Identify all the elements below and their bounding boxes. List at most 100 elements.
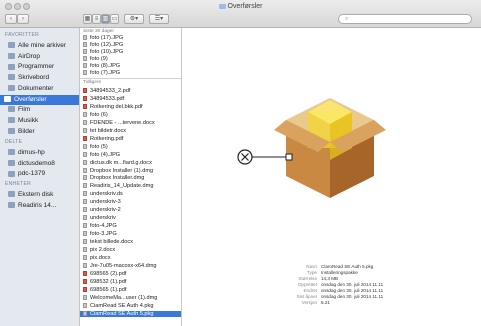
file-row[interactable]: foto (10).JPG [80, 49, 181, 56]
file-name: foto (5) [90, 143, 108, 150]
sidebar-item-label: AirDrop [18, 52, 41, 60]
file-row[interactable]: 34894533.pdf [80, 96, 181, 103]
file-row[interactable]: tet bildetr.docx [80, 128, 181, 135]
file-row[interactable]: dictus.dk m...fiard.g.docx [80, 160, 181, 167]
file-row[interactable]: WelcomeMa...user (1).dmg [80, 295, 181, 302]
file-row[interactable]: foto (8).JPG [80, 63, 181, 70]
file-row[interactable]: foto (7).JPG [80, 70, 181, 77]
file-row[interactable]: tekst billede.docx [80, 239, 181, 246]
sidebar-item[interactable]: Musikk [4, 116, 78, 126]
sidebar-section-shared: DELTE [5, 139, 23, 145]
sidebar-item[interactable]: Bilder [4, 127, 78, 137]
network-pc-icon [8, 170, 15, 177]
music-icon [8, 117, 15, 124]
sidebar-section-favorites: FAVORITTER [5, 32, 40, 38]
view-coverflow-button[interactable]: ▭ [110, 14, 119, 24]
pkg-file-icon [83, 302, 87, 308]
sidebar-section-devices: ENHETER [5, 181, 31, 187]
file-row[interactable]: foto (9) [80, 56, 181, 63]
sidebar: FAVORITTER DELTE ENHETER Alle mine arkiv… [0, 28, 80, 326]
doc-file-icon [83, 207, 87, 213]
sidebar-item[interactable]: Alle mine arkiver [4, 41, 78, 51]
pdf-file-icon [83, 278, 87, 284]
sidebar-item[interactable]: dimus-hp [4, 148, 78, 158]
sidebar-item[interactable]: Programmer [4, 62, 78, 72]
dmg-file-icon [83, 262, 87, 268]
dmg-file-icon [83, 294, 87, 300]
file-row[interactable]: underskriv.ds [80, 191, 181, 198]
arrange-button[interactable]: ☰▾ [149, 14, 169, 24]
view-icons-button[interactable]: ▦ [83, 14, 92, 24]
file-row[interactable]: foto (6) [80, 112, 181, 119]
file-name: CiamRead SE Auth 5.pkg [90, 310, 154, 317]
sidebar-item[interactable]: Dokumenter [4, 84, 78, 94]
sidebar-item[interactable]: Overførsler [0, 94, 79, 105]
file-name: tekst billede.docx [90, 239, 133, 246]
file-name: foto (10).JPG [90, 49, 124, 55]
file-row[interactable]: underskriv [80, 215, 181, 222]
pdf-file-icon [83, 135, 87, 141]
movies-icon [8, 106, 15, 113]
sidebar-item-label: dimus-hp [18, 149, 45, 156]
file-row[interactable]: CiamRead SE Auth 4.pkg [80, 303, 181, 310]
file-row[interactable]: 34894533_2.pdf [80, 88, 181, 95]
file-name: 698532 (1).pdf [90, 278, 127, 285]
sidebar-item-label: Musikk [18, 116, 39, 124]
file-row[interactable]: Dropbox Installer.dmg [80, 175, 181, 182]
file-row[interactable]: Rotkering.pdf [80, 136, 181, 143]
file-row[interactable]: 698532 (1).pdf [80, 279, 181, 286]
disk-icon [8, 201, 15, 208]
pkg-file-icon [83, 310, 87, 316]
forward-button[interactable]: › [17, 14, 29, 24]
pdf-file-icon [83, 95, 87, 101]
search-icon: ⌕ [345, 16, 349, 22]
file-row[interactable]: pix.docx [80, 255, 181, 262]
circle-x-icon [237, 149, 293, 165]
file-row[interactable]: pix 2.docx [80, 247, 181, 254]
sidebar-item[interactable]: Ekstern disk [4, 190, 78, 200]
view-columns-button[interactable]: ▥ [101, 14, 110, 24]
back-button[interactable]: ‹ [5, 14, 17, 24]
file-row[interactable]: Readiris_14_Update.dmg [80, 183, 181, 190]
file-row[interactable]: foto (4).JPG [80, 152, 181, 159]
sidebar-item[interactable]: pdc-1379 [4, 169, 78, 179]
sidebar-item[interactable]: Skrivebord [4, 73, 78, 83]
doc-file-icon [83, 159, 87, 165]
file-name: foto (8).JPG [90, 63, 121, 69]
file-name: Dropbox Installer.dmg [90, 175, 145, 182]
sidebar-item[interactable]: Film [4, 105, 78, 115]
file-row[interactable]: foto (5) [80, 144, 181, 151]
sidebar-item[interactable]: Readiris 14... [4, 201, 78, 211]
file-name: foto-4.JPG [90, 223, 117, 230]
dmg-file-icon [83, 175, 87, 181]
file-row[interactable]: foto (12).JPG [80, 42, 181, 49]
sidebar-item[interactable]: dictusdemo8 [4, 159, 78, 169]
network-pc-icon [8, 159, 15, 166]
action-gear-button[interactable]: ⚙▾ [124, 14, 144, 24]
view-list-button[interactable]: ≡ [92, 14, 101, 24]
info-value: 5.21 [321, 300, 330, 305]
file-row[interactable]: Dropbox Installer (1).dmg [80, 168, 181, 175]
search-field[interactable]: ⌕ [338, 14, 472, 24]
file-row[interactable]: FDENDE - ...tervene.docx [80, 120, 181, 127]
sidebar-item[interactable]: AirDrop [4, 52, 78, 62]
file-name: pix.docx [90, 254, 111, 261]
image-file-icon [83, 70, 87, 76]
file-row[interactable]: underskriv-3 [80, 199, 181, 206]
file-row[interactable]: CiamRead SE Auth 5.pkg [80, 310, 181, 318]
file-row[interactable]: foto (17).JPG [80, 35, 181, 42]
file-name: underskriv [90, 215, 116, 222]
image-file-icon [83, 35, 87, 41]
file-row[interactable]: Jre-7u05-macosx-x64.dmg [80, 263, 181, 270]
file-row[interactable]: 698565 (2).pdf [80, 271, 181, 278]
file-name: tet bildetr.docx [90, 127, 127, 134]
file-name: WelcomeMa...user (1).dmg [90, 294, 158, 301]
pdf-file-icon [83, 103, 87, 109]
file-row[interactable]: foto-3.JPG [80, 231, 181, 238]
folder-icon [218, 3, 226, 9]
file-row[interactable]: foto-4.JPG [80, 223, 181, 230]
file-row[interactable]: underskriv-2 [80, 207, 181, 214]
file-row[interactable]: 698565 (1).pdf [80, 287, 181, 294]
file-row[interactable]: Rotkering del.bkk.pdf [80, 104, 181, 111]
file-name: underskriv-3 [90, 199, 121, 206]
